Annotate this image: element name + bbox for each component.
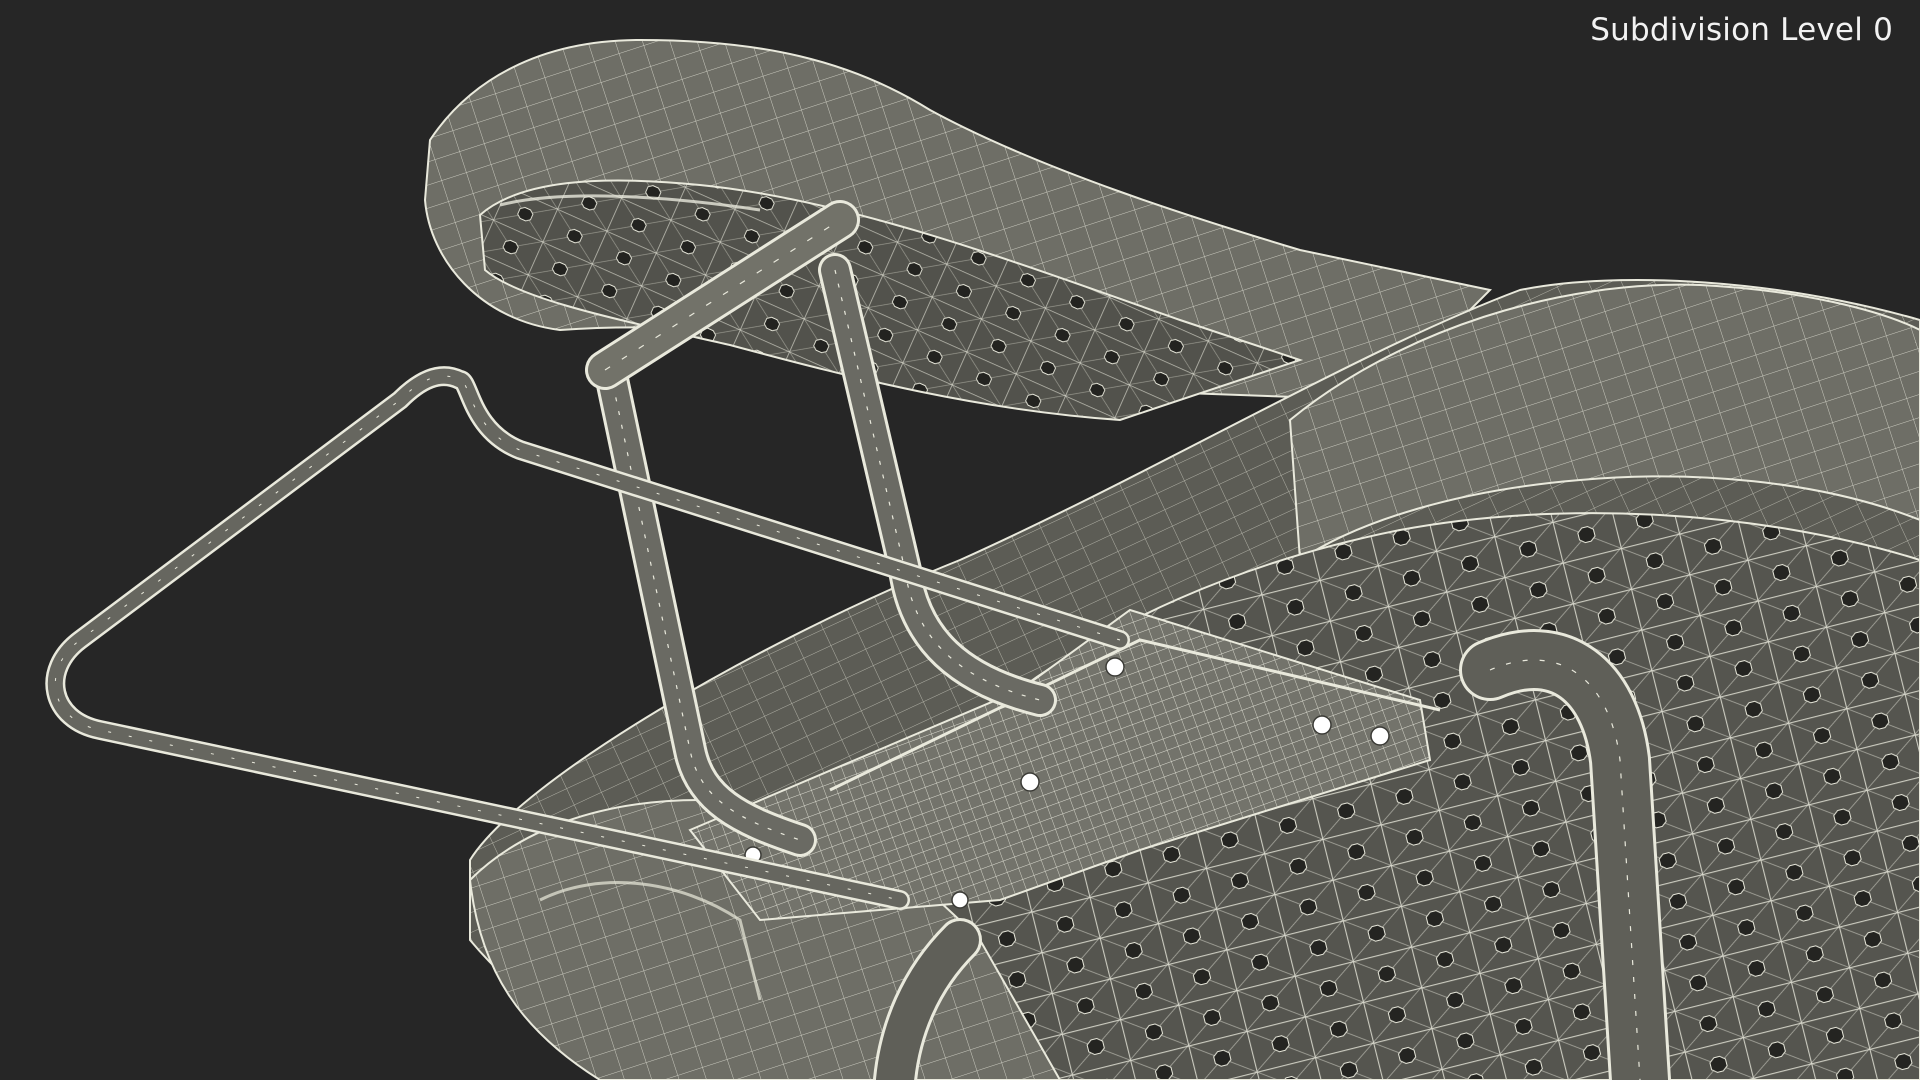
3d-viewport[interactable]: Subdivision Level 0 (0, 0, 1920, 1080)
wireframe-render (45, 38, 1920, 1080)
upper-board (423, 38, 1493, 422)
subdivision-level-label: Subdivision Level 0 (1590, 12, 1893, 48)
